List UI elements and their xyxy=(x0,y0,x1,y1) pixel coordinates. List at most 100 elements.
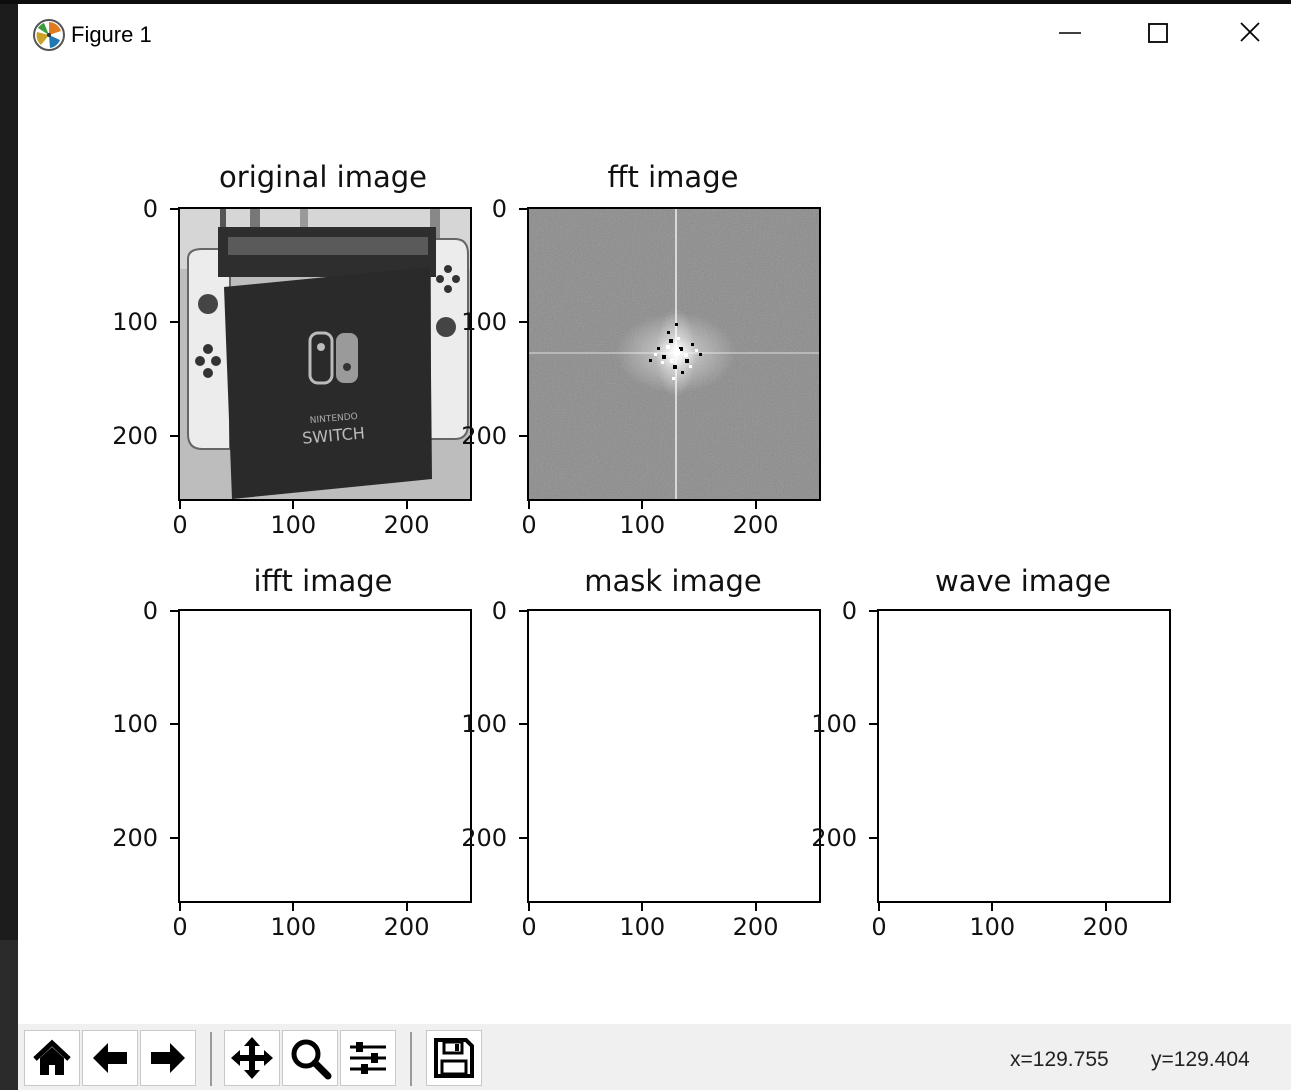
x-tick-mark xyxy=(878,903,880,911)
y-tick-label: 0 xyxy=(491,597,507,625)
toolbar-separator xyxy=(210,1032,212,1086)
y-tick-label: 200 xyxy=(461,421,507,450)
y-tick-mark xyxy=(519,208,527,210)
x-tick-mark xyxy=(641,501,644,509)
minimize-icon xyxy=(1059,32,1081,34)
y-tick-mark xyxy=(170,610,178,612)
axes-ifft-image[interactable] xyxy=(178,609,472,903)
toolbar-separator xyxy=(410,1032,412,1086)
back-icon xyxy=(93,1043,127,1073)
axes-mask-image[interactable] xyxy=(527,609,821,903)
y-tick-mark xyxy=(170,208,178,210)
y-tick-mark xyxy=(519,723,527,726)
x-tick-mark xyxy=(1104,903,1107,911)
subplot-title: original image xyxy=(219,160,427,194)
navigation-toolbar: x=129.755 y=129.404 xyxy=(18,1024,1291,1090)
close-icon xyxy=(1240,22,1260,42)
original-image-photo: NINTENDO SWITCH xyxy=(180,209,470,499)
subplot-title: fft image xyxy=(607,160,739,194)
x-tick-label: 0 xyxy=(521,511,537,539)
y-tick-mark xyxy=(170,321,178,324)
pan-icon xyxy=(231,1037,273,1079)
x-tick-label: 0 xyxy=(172,913,188,941)
x-tick-label: 100 xyxy=(969,913,1016,941)
y-tick-label: 0 xyxy=(491,195,507,223)
title-bar[interactable]: Figure 1 xyxy=(18,4,1291,64)
y-tick-mark xyxy=(519,836,527,839)
y-tick-label: 100 xyxy=(811,710,857,739)
axes-original-image[interactable]: NINTENDO SWITCH xyxy=(178,207,472,501)
x-tick-label: 0 xyxy=(172,511,188,539)
maximize-icon xyxy=(1148,23,1168,43)
save-button[interactable] xyxy=(426,1030,482,1086)
minimize-button[interactable] xyxy=(1023,4,1113,64)
window-title: Figure 1 xyxy=(71,22,152,47)
subplot-title: ifft image xyxy=(253,564,393,598)
save-icon xyxy=(434,1038,474,1078)
x-tick-mark xyxy=(292,903,295,911)
x-tick-label: 200 xyxy=(383,913,430,941)
maximize-button[interactable] xyxy=(1113,4,1203,64)
y-tick-label: 0 xyxy=(142,195,158,223)
x-tick-label: 100 xyxy=(270,511,317,539)
cursor-x-readout: x=129.755 xyxy=(1010,1048,1109,1071)
x-tick-mark xyxy=(292,501,295,509)
y-tick-label: 0 xyxy=(841,597,857,625)
y-tick-label: 100 xyxy=(112,308,158,337)
configure-subplots-icon xyxy=(350,1042,386,1074)
x-tick-label: 200 xyxy=(732,511,779,539)
x-tick-mark xyxy=(528,903,530,911)
y-tick-mark xyxy=(869,610,877,612)
y-tick-label: 100 xyxy=(461,710,507,739)
y-tick-label: 100 xyxy=(112,710,158,739)
close-button[interactable] xyxy=(1203,4,1291,64)
home-icon xyxy=(33,1039,71,1075)
x-tick-mark xyxy=(179,903,181,911)
y-tick-mark xyxy=(519,610,527,612)
y-tick-label: 100 xyxy=(461,308,507,337)
y-tick-label: 200 xyxy=(461,823,507,852)
y-tick-mark xyxy=(869,836,877,839)
background-window xyxy=(0,940,18,1090)
y-tick-label: 200 xyxy=(811,823,857,852)
y-tick-mark xyxy=(170,836,178,839)
cursor-y-readout: y=129.404 xyxy=(1151,1048,1250,1071)
figure-window: Figure 1 original image fft image ifft i… xyxy=(18,4,1291,1090)
x-tick-label: 100 xyxy=(619,913,666,941)
y-tick-mark xyxy=(519,434,527,437)
axes-fft-image[interactable] xyxy=(527,207,821,501)
x-tick-label: 200 xyxy=(1082,913,1129,941)
x-tick-label: 0 xyxy=(871,913,887,941)
x-tick-mark xyxy=(405,501,408,509)
forward-icon xyxy=(151,1043,185,1073)
x-tick-label: 100 xyxy=(270,913,317,941)
y-tick-mark xyxy=(519,321,527,324)
back-button[interactable] xyxy=(82,1030,138,1086)
x-tick-mark xyxy=(754,903,757,911)
x-tick-mark xyxy=(179,501,181,509)
x-tick-mark xyxy=(641,903,644,911)
forward-button[interactable] xyxy=(140,1030,196,1086)
zoom-icon xyxy=(291,1039,332,1080)
x-tick-label: 200 xyxy=(732,913,779,941)
axes-wave-image[interactable] xyxy=(877,609,1171,903)
home-button[interactable] xyxy=(24,1030,80,1086)
figure-canvas[interactable]: original image fft image ifft image mask… xyxy=(18,64,1291,1024)
pan-button[interactable] xyxy=(224,1030,280,1086)
subplot-title: wave image xyxy=(934,564,1112,598)
matplotlib-icon xyxy=(32,18,66,52)
x-tick-mark xyxy=(991,903,994,911)
x-tick-mark xyxy=(528,501,530,509)
y-tick-mark xyxy=(869,723,877,726)
configure-subplots-button[interactable] xyxy=(340,1030,396,1086)
y-tick-label: 200 xyxy=(112,823,158,852)
zoom-button[interactable] xyxy=(282,1030,338,1086)
y-tick-mark xyxy=(170,434,178,437)
x-tick-mark xyxy=(405,903,408,911)
fft-spectrum-image xyxy=(529,209,819,499)
x-tick-label: 100 xyxy=(619,511,666,539)
y-tick-label: 200 xyxy=(112,421,158,450)
y-tick-label: 0 xyxy=(142,597,158,625)
x-tick-label: 200 xyxy=(383,511,430,539)
x-tick-mark xyxy=(754,501,757,509)
